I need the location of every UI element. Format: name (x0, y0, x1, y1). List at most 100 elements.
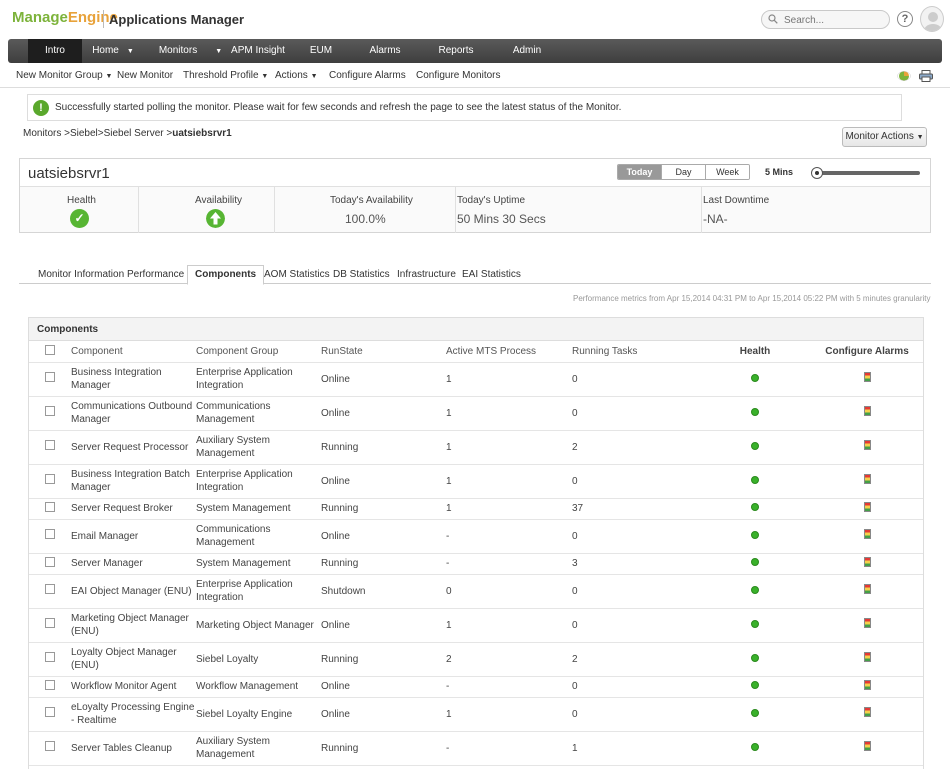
nav-intro[interactable]: Intro (28, 39, 82, 63)
nav-monitors[interactable]: Monitors ▼ (158, 39, 223, 63)
row-checkbox[interactable] (45, 372, 55, 382)
health-status-icon[interactable] (751, 742, 759, 751)
component-name[interactable]: Server Manager (71, 553, 196, 575)
health-ok-icon[interactable]: ✓ (70, 209, 89, 228)
alarm-config-icon[interactable] (863, 501, 871, 512)
tab-monitor-information[interactable]: Monitor Information (38, 266, 124, 285)
alarm-config-icon[interactable] (863, 372, 871, 382)
row-checkbox[interactable] (45, 440, 55, 450)
row-checkbox[interactable] (45, 556, 55, 567)
component-name[interactable]: Server Request Broker (71, 498, 196, 520)
nav-eum[interactable]: EUM (306, 39, 336, 63)
health-status-icon[interactable] (751, 681, 759, 689)
configure-monitors-link[interactable]: Configure Monitors (416, 70, 500, 81)
component-name[interactable]: Business Integration Batch Manager (71, 464, 196, 499)
nav-home[interactable]: Home ▼ (88, 39, 138, 63)
period-day[interactable]: Day (662, 165, 706, 179)
row-checkbox[interactable] (45, 584, 55, 594)
period-week[interactable]: Week (706, 165, 749, 179)
alarm-config-icon[interactable] (863, 618, 871, 628)
health-status-icon[interactable] (751, 530, 759, 539)
interval-slider[interactable] (811, 167, 920, 179)
alarm-config-icon[interactable] (863, 741, 871, 751)
period-today[interactable]: Today (618, 165, 662, 179)
component-name[interactable]: eLoyalty Processing Engine - Realtime (71, 697, 196, 732)
col-health[interactable]: Health (699, 341, 811, 363)
logo[interactable]: ManageEngine (12, 9, 118, 26)
col-component[interactable]: Component (71, 341, 196, 363)
alarm-config-icon[interactable] (863, 474, 871, 484)
tab-performance[interactable]: Performance (127, 266, 184, 285)
col-running-tasks[interactable]: Running Tasks (572, 341, 699, 363)
row-checkbox[interactable] (45, 652, 55, 662)
component-name[interactable]: Communications Outbound Manager (71, 396, 196, 431)
new-monitor-group-menu[interactable]: New Monitor Group ▼ (16, 70, 112, 81)
avatar[interactable] (920, 6, 944, 32)
slider-handle[interactable] (811, 167, 823, 179)
running-tasks: 0 (572, 396, 699, 431)
alarm-config-icon[interactable] (863, 556, 871, 567)
select-all-checkbox[interactable] (45, 344, 55, 355)
row-checkbox[interactable] (45, 474, 55, 484)
help-icon[interactable]: ? (897, 11, 913, 27)
alarm-config-icon[interactable] (863, 679, 871, 690)
health-status-icon[interactable] (751, 373, 759, 382)
configure-alarms-link[interactable]: Configure Alarms (329, 70, 406, 81)
health-status-icon[interactable] (751, 503, 759, 511)
health-status-icon[interactable] (751, 585, 759, 594)
tab-db-statistics[interactable]: DB Statistics (333, 266, 390, 285)
component-name[interactable]: Business Integration Manager (71, 362, 196, 397)
tab-eai-statistics[interactable]: EAI Statistics (462, 266, 521, 285)
breadcrumb-path[interactable]: Monitors >Siebel>Siebel Server > (23, 128, 172, 139)
col-active-mts[interactable]: Active MTS Process (446, 341, 572, 363)
alarm-config-icon[interactable] (863, 440, 871, 450)
health-status-icon[interactable] (751, 441, 759, 450)
component-name[interactable]: Server Tables Cleanup (71, 731, 196, 766)
new-monitor-link[interactable]: New Monitor (117, 70, 173, 81)
breadcrumb-current: uatsiebsrvr1 (172, 128, 232, 139)
row-checkbox[interactable] (45, 707, 55, 717)
chart-icon[interactable] (897, 71, 911, 81)
health-status-icon[interactable] (751, 619, 759, 628)
monitor-actions-button[interactable]: Monitor Actions ▼ (842, 127, 927, 147)
nav-admin[interactable]: Admin (511, 39, 543, 63)
breadcrumb[interactable]: Monitors >Siebel>Siebel Server >uatsiebs… (23, 128, 232, 139)
row-checkbox[interactable] (45, 679, 55, 690)
health-status-icon[interactable] (751, 708, 759, 717)
health-status-icon[interactable] (751, 407, 759, 416)
search-box[interactable] (761, 10, 890, 29)
tab-components[interactable]: Components (187, 265, 265, 285)
tab-aom-statistics[interactable]: AOM Statistics (264, 266, 330, 285)
component-name[interactable]: Server Request Processor (71, 430, 196, 465)
nav-reports[interactable]: Reports (436, 39, 476, 63)
row-checkbox[interactable] (45, 501, 55, 512)
row-checkbox[interactable] (45, 741, 55, 751)
component-name[interactable]: Loyalty Object Manager (ENU) (71, 642, 196, 677)
row-checkbox[interactable] (45, 406, 55, 416)
component-name[interactable]: EAI Object Manager (ENU) (71, 574, 196, 609)
availability-up-icon[interactable] (206, 209, 225, 228)
actions-menu[interactable]: Actions ▼ (275, 70, 318, 81)
component-group: Communications Management (196, 396, 321, 431)
alarm-config-icon[interactable] (863, 529, 871, 539)
health-status-icon[interactable] (751, 475, 759, 484)
threshold-profile-menu[interactable]: Threshold Profile ▼ (183, 70, 268, 81)
tab-infrastructure[interactable]: Infrastructure (397, 266, 456, 285)
col-component-group[interactable]: Component Group (196, 341, 321, 363)
component-name[interactable]: Email Manager (71, 519, 196, 554)
row-checkbox[interactable] (45, 529, 55, 539)
search-input[interactable] (784, 13, 884, 27)
col-runstate[interactable]: RunState (321, 341, 446, 363)
nav-alarms[interactable]: Alarms (368, 39, 402, 63)
alarm-config-icon[interactable] (863, 584, 871, 594)
alarm-config-icon[interactable] (863, 707, 871, 717)
alarm-config-icon[interactable] (863, 652, 871, 662)
component-name[interactable]: Marketing Object Manager (ENU) (71, 608, 196, 643)
row-checkbox[interactable] (45, 618, 55, 628)
nav-apm-insight[interactable]: APM Insight (228, 39, 288, 63)
health-status-icon[interactable] (751, 653, 759, 662)
health-status-icon[interactable] (751, 558, 759, 566)
alarm-config-icon[interactable] (863, 406, 871, 416)
printer-icon[interactable] (919, 70, 933, 82)
component-name[interactable]: Workflow Monitor Agent (71, 676, 196, 698)
